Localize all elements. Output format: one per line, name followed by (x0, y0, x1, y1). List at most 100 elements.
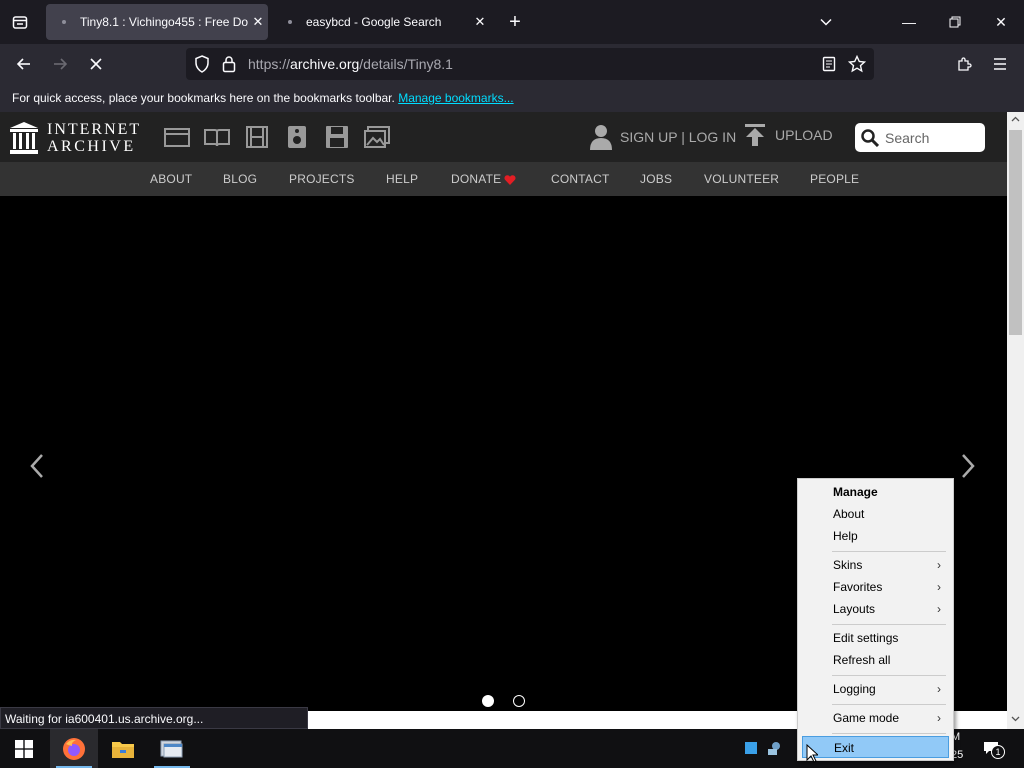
close-icon: ✕ (995, 13, 1007, 30)
minimize-button[interactable]: — (886, 0, 932, 44)
forward-arrow-icon (54, 58, 68, 70)
url-text[interactable]: https://archive.org/details/Tiny8.1 (248, 56, 453, 72)
menu-item-label: Exit (834, 741, 855, 755)
menu-item-refresh-all[interactable]: Refresh all (802, 649, 949, 671)
back-button[interactable] (8, 48, 40, 80)
search-icon (861, 128, 879, 147)
app-window-icon (160, 740, 183, 757)
menu-item-label: Help (833, 529, 858, 543)
chevron-left-icon (30, 454, 43, 478)
tray-context-menu: Manage About Help Skins › Favorites › Layo… (797, 478, 954, 761)
search-input[interactable] (885, 129, 980, 146)
video-film-icon[interactable] (244, 126, 270, 148)
signup-login-link[interactable]: SIGN UP | LOG IN (590, 124, 736, 150)
menu-item-exit[interactable]: Exit (802, 736, 949, 758)
signup-login-text: SIGN UP | LOG IN (620, 129, 737, 145)
forward-button[interactable] (44, 48, 76, 80)
firefox-view-icon (12, 16, 28, 29)
mouse-cursor-icon (806, 744, 818, 763)
close-tab-icon[interactable]: ✕ (248, 14, 268, 30)
close-window-button[interactable]: ✕ (978, 0, 1024, 44)
scroll-up-icon[interactable] (1011, 116, 1020, 122)
carousel-next-button[interactable] (960, 452, 976, 487)
bookmark-star-icon[interactable] (847, 54, 867, 78)
firefox-icon (63, 737, 85, 760)
start-button[interactable] (0, 729, 48, 768)
stop-icon (90, 58, 102, 70)
menu-item-about[interactable]: About (802, 503, 949, 525)
bookmarks-hint-text: For quick access, place your bookmarks h… (12, 91, 395, 105)
scroll-down-icon[interactable] (1011, 716, 1020, 722)
tab-tiny81[interactable]: Tiny8.1 : Vichingo455 : Free Dov ✕ (46, 4, 268, 40)
menu-item-skins[interactable]: Skins › (802, 554, 949, 576)
nav-projects[interactable]: PROJECTS (289, 172, 355, 186)
firefox-view-button[interactable] (4, 6, 36, 38)
manage-bookmarks-link[interactable]: Manage bookmarks... (398, 91, 513, 105)
nav-blog[interactable]: BLOG (223, 172, 257, 186)
nav-help[interactable]: HELP (386, 172, 418, 186)
carousel-prev-button[interactable] (29, 452, 45, 487)
web-media-icon[interactable] (164, 126, 190, 148)
puzzle-icon (958, 57, 972, 71)
upload-button[interactable]: UPLOAD (745, 124, 833, 146)
software-floppy-icon[interactable] (324, 126, 350, 148)
menu-item-label: Refresh all (833, 653, 891, 667)
url-scheme: https:// (248, 56, 291, 72)
menu-item-favorites[interactable]: Favorites › (802, 576, 949, 598)
texts-book-icon[interactable] (204, 126, 230, 148)
app-menu-button[interactable] (984, 48, 1016, 80)
menu-item-label: Manage (833, 485, 878, 499)
close-tab-icon[interactable]: ✕ (470, 14, 490, 30)
internet-archive-logo[interactable]: INTERNET ARCHIVE (10, 120, 145, 156)
menu-item-label: Logging (833, 682, 876, 696)
tray-network-icon[interactable] (767, 740, 783, 756)
menu-item-manage[interactable]: Manage (802, 481, 949, 503)
reader-view-icon[interactable] (822, 56, 836, 77)
menu-item-label: Game mode (833, 711, 900, 725)
lock-icon[interactable] (222, 55, 236, 78)
nav-people[interactable]: PEOPLE (810, 172, 859, 186)
menu-separator (832, 675, 946, 676)
taskbar-app-window[interactable] (148, 729, 196, 768)
tab-title: easybcd - Google Search (306, 15, 442, 29)
taskbar-file-explorer[interactable] (99, 729, 147, 768)
archive-search-box[interactable] (855, 123, 985, 152)
menu-item-help[interactable]: Help (802, 525, 949, 547)
new-tab-button[interactable]: + (499, 6, 531, 38)
list-tabs-button[interactable] (810, 6, 842, 38)
taskbar-firefox[interactable] (50, 729, 98, 768)
scrollbar-thumb[interactable] (1009, 130, 1022, 335)
tab-strip: Tiny8.1 : Vichingo455 : Free Dov ✕ easyb… (0, 0, 1024, 44)
menu-separator (832, 624, 946, 625)
menu-item-game-mode[interactable]: Game mode › (802, 707, 949, 729)
menu-item-logging[interactable]: Logging › (802, 678, 949, 700)
stop-loading-button[interactable] (80, 48, 112, 80)
nav-donate[interactable]: DONATE (451, 172, 501, 186)
nav-volunteer[interactable]: VOLUNTEER (704, 172, 779, 186)
folder-icon (112, 741, 134, 758)
menu-separator (832, 733, 946, 734)
carousel-dot-active[interactable] (482, 695, 494, 707)
restore-button[interactable] (932, 0, 978, 44)
url-path: /details/Tiny8.1 (359, 56, 453, 72)
carousel-dot[interactable] (513, 695, 525, 707)
nav-about[interactable]: ABOUT (150, 172, 192, 186)
nav-contact[interactable]: CONTACT (551, 172, 610, 186)
menu-item-label: Skins (833, 558, 863, 572)
extensions-button[interactable] (948, 48, 980, 80)
user-icon (590, 125, 612, 150)
tray-app-icon[interactable] (745, 741, 757, 755)
upload-icon (745, 124, 765, 146)
menu-item-edit-settings[interactable]: Edit settings (802, 627, 949, 649)
audio-speaker-icon[interactable] (284, 126, 310, 148)
menu-item-layouts[interactable]: Layouts › (802, 598, 949, 620)
upload-text: UPLOAD (775, 127, 833, 143)
images-icon[interactable] (364, 126, 390, 148)
tab-easybcd[interactable]: easybcd - Google Search ✕ (272, 4, 490, 40)
action-center-button[interactable]: 1 (975, 733, 1009, 765)
nav-jobs[interactable]: JOBS (640, 172, 672, 186)
tracking-protection-icon[interactable] (194, 55, 210, 78)
address-bar[interactable]: https://archive.org/details/Tiny8.1 (186, 48, 874, 80)
archive-header: INTERNET ARCHIVE SIGN UP | LOG IN UPLOAD (0, 112, 1007, 162)
submenu-arrow-icon: › (937, 602, 941, 616)
